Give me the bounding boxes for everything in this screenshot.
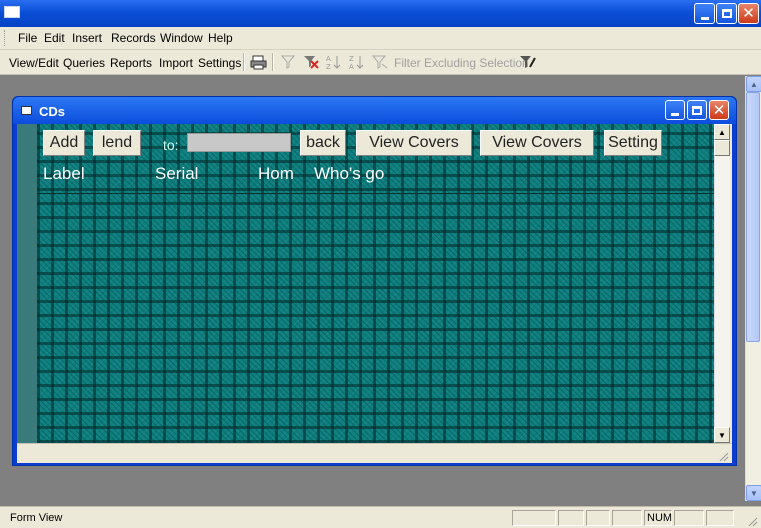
close-icon: ✕ — [712, 100, 726, 119]
toolbar-reports[interactable]: Reports — [110, 56, 152, 70]
toolbar-settings[interactable]: Settings — [198, 56, 241, 70]
sort-ascending-icon[interactable]: AZ — [323, 53, 343, 71]
chevron-up-icon: ▲ — [750, 79, 758, 89]
form-scroll-down-button[interactable]: ▼ — [714, 427, 730, 443]
menu-window[interactable]: Window — [160, 31, 203, 45]
back-button[interactable]: back — [300, 130, 346, 156]
column-whos-got-label: Who's go — [314, 164, 385, 183]
menu-records[interactable]: Records — [111, 31, 156, 45]
status-cell — [612, 510, 642, 526]
toolbar-view-edit[interactable]: View/Edit — [9, 56, 59, 70]
filter-excluding-icon[interactable] — [370, 53, 390, 71]
status-cell — [674, 510, 704, 526]
cds-window-title: CDs — [39, 104, 66, 119]
status-cell — [512, 510, 556, 526]
form-navigation-bar — [17, 443, 732, 463]
column-serial-label: Serial — [155, 164, 199, 183]
resize-grip-icon[interactable] — [746, 515, 758, 527]
app-icon — [4, 6, 20, 18]
minimize-icon — [700, 16, 709, 20]
status-cell — [586, 510, 610, 526]
cds-maximize-button[interactable] — [687, 100, 707, 120]
view-covers-button-2[interactable]: View Covers — [480, 130, 594, 156]
cds-form-window: CDs ✕ Add lend to: back View Covers View… — [12, 96, 737, 466]
minimize-button[interactable] — [694, 3, 715, 24]
svg-text:Z: Z — [326, 63, 331, 70]
form-icon — [21, 106, 32, 115]
maximize-button[interactable] — [716, 3, 737, 24]
form-scroll-thumb[interactable] — [714, 140, 730, 156]
num-lock-indicator: NUM — [644, 510, 672, 526]
cds-titlebar: CDs ✕ — [13, 97, 736, 124]
chevron-down-icon: ▼ — [718, 430, 726, 440]
scroll-up-button[interactable]: ▲ — [746, 76, 761, 92]
close-icon: ✕ — [742, 4, 755, 22]
svg-text:Z: Z — [349, 55, 354, 63]
svg-text:A: A — [326, 55, 331, 63]
print-icon[interactable] — [248, 53, 268, 71]
form-scrollbar[interactable] — [714, 124, 730, 443]
view-covers-button-1[interactable]: View Covers — [356, 130, 472, 156]
toolbar-queries[interactable]: Queries — [63, 56, 105, 70]
chevron-down-icon: ▼ — [750, 488, 758, 498]
filter-by-form-icon[interactable] — [518, 53, 538, 71]
record-selector[interactable] — [17, 124, 37, 443]
menu-help[interactable]: Help — [208, 31, 233, 45]
maximize-icon — [692, 105, 702, 115]
setting-button[interactable]: Setting — [604, 130, 662, 156]
status-bar: Form View NUM — [0, 506, 761, 528]
resize-grip-icon[interactable] — [717, 450, 729, 462]
svg-text:A: A — [349, 63, 354, 70]
cds-close-button[interactable]: ✕ — [709, 100, 729, 120]
toolbar-separator — [272, 53, 274, 71]
form-scroll-up-button[interactable]: ▲ — [714, 124, 730, 140]
column-label-label: Label — [43, 164, 85, 183]
menu-bar: File Edit Insert Records Window Help — [0, 27, 761, 50]
menu-file[interactable]: File — [18, 31, 37, 45]
form-area: Add lend to: back View Covers View Cover… — [17, 124, 732, 463]
status-text: Form View — [10, 512, 63, 524]
workspace-scroll-thumb[interactable] — [746, 92, 760, 342]
chevron-up-icon: ▲ — [718, 127, 726, 137]
menu-edit[interactable]: Edit — [44, 31, 65, 45]
remove-filter-icon[interactable] — [301, 53, 321, 71]
menu-insert[interactable]: Insert — [72, 31, 102, 45]
filter-excluding-selection[interactable]: Filter Excluding Selection — [394, 56, 529, 70]
filter-icon[interactable] — [278, 53, 298, 71]
minimize-icon — [671, 113, 679, 116]
status-cell — [706, 510, 734, 526]
column-home-label: Hom — [258, 164, 294, 183]
lend-to-label: to: — [163, 137, 179, 153]
maximize-icon — [721, 9, 732, 18]
sort-descending-icon[interactable]: ZA — [346, 53, 366, 71]
menubar-grip[interactable] — [4, 30, 7, 46]
lend-to-input[interactable] — [187, 133, 291, 152]
lend-button[interactable]: lend — [93, 130, 141, 156]
scroll-down-button[interactable]: ▼ — [746, 485, 761, 501]
cds-minimize-button[interactable] — [665, 100, 685, 120]
toolbar: View/Edit Queries Reports Import Setting… — [0, 50, 761, 75]
close-button[interactable]: ✕ — [738, 3, 759, 24]
toolbar-separator — [243, 53, 245, 71]
status-cell — [558, 510, 584, 526]
add-button[interactable]: Add — [43, 130, 85, 156]
form-header: Add lend to: back View Covers View Cover… — [37, 124, 714, 194]
app-titlebar: ✕ — [0, 0, 761, 27]
toolbar-import[interactable]: Import — [159, 56, 193, 70]
